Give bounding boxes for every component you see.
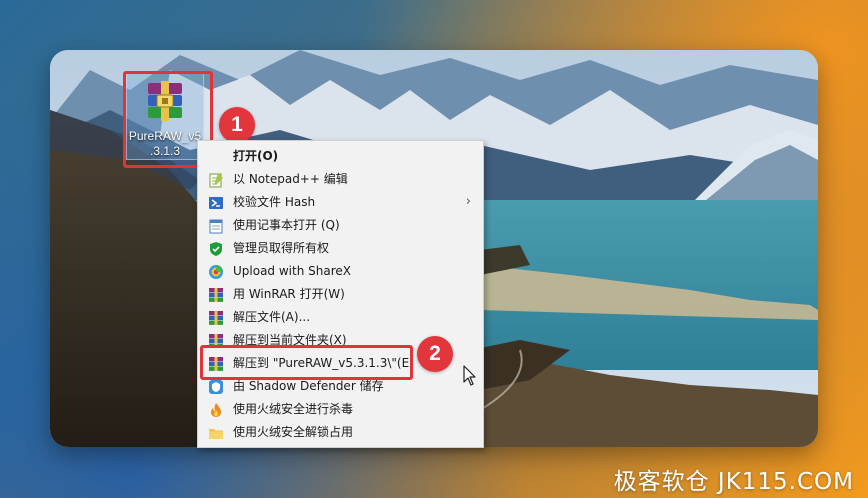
step-badge-2: 2: [417, 336, 453, 372]
chevron-right-icon: ›: [465, 194, 471, 209]
context-menu-item-label: 以 Notepad++ 编辑: [233, 172, 348, 186]
context-menu-item[interactable]: 使用火绒安全进行杀毒: [198, 398, 483, 421]
context-menu-item-label: 使用记事本打开 (Q): [233, 218, 340, 232]
context-menu-item-label: 校验文件 Hash: [233, 195, 316, 209]
context-menu-item-label: Upload with ShareX: [233, 264, 351, 278]
context-menu-item[interactable]: 用 WinRAR 打开(W): [198, 283, 483, 306]
notepadpp-icon: [208, 172, 224, 188]
winrar-icon: [208, 310, 224, 326]
watermark-text: 极客软仓 JK115.COM: [613, 469, 854, 495]
folder-unlock-icon: [208, 425, 224, 441]
context-menu-item-label: 使用火绒安全解锁占用: [233, 425, 354, 439]
context-menu-item-label: 管理员取得所有权: [233, 241, 330, 255]
context-menu-item[interactable]: 打开(O): [198, 145, 483, 168]
context-menu: 打开(O) 以 Notepad++ 编辑 校验文件 Hash › 使用记事本打开 (Q)…: [197, 140, 484, 448]
context-menu-item-label: 用 WinRAR 打开(W): [233, 287, 345, 301]
context-menu-item[interactable]: 管理员取得所有权: [198, 237, 483, 260]
shield-icon: [208, 241, 224, 257]
context-menu-item-label: 解压文件(A)...: [233, 310, 311, 324]
winrar-icon: [208, 287, 224, 303]
context-menu-item[interactable]: 校验文件 Hash ›: [198, 191, 483, 214]
context-menu-item[interactable]: 以 Notepad++ 编辑: [198, 168, 483, 191]
context-menu-item-label: 由 Shadow Defender 储存: [233, 379, 384, 393]
context-menu-item[interactable]: 使用火绒安全解锁占用: [198, 421, 483, 444]
context-menu-item[interactable]: Upload with ShareX: [198, 260, 483, 283]
context-menu-item-label: 使用火绒安全进行杀毒: [233, 402, 354, 416]
powershell-icon: [208, 195, 224, 211]
notepad-icon: [208, 218, 224, 234]
step-badge-1: 1: [219, 107, 255, 143]
context-menu-item[interactable]: 使用记事本打开 (Q): [198, 214, 483, 237]
mouse-cursor-icon: [463, 365, 476, 386]
context-menu-item-label: 打开(O): [233, 149, 279, 163]
extract-highlight-box: [200, 345, 413, 380]
huorong-icon: [208, 402, 224, 418]
sharex-icon: [208, 264, 224, 280]
context-menu-item[interactable]: 解压文件(A)...: [198, 306, 483, 329]
shadow-defender-icon: [208, 379, 224, 395]
